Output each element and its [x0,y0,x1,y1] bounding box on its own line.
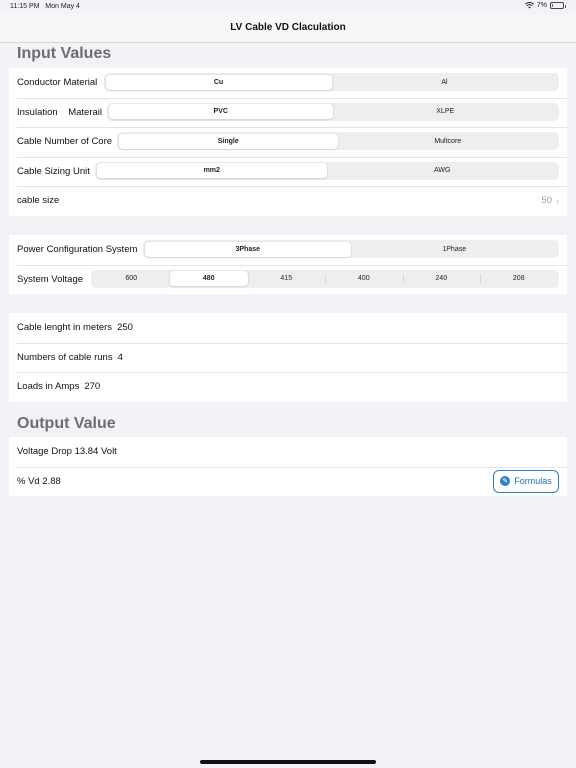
voltage-option-480[interactable]: 480 [170,271,248,286]
percent-vd-row: % Vd 2.88 ✎ Formulas [9,466,567,497]
input-values-header: Input Values [17,45,112,62]
insulation-option-pvc[interactable]: PVC [108,104,333,119]
power-config-option-1phase[interactable]: 1Phase [351,242,558,257]
wifi-icon [524,2,534,9]
power-config-group: Power Configuration System 3Phase 1Phase… [9,235,567,294]
cable-size-label: cable size [17,195,60,207]
status-time: 11:15 PM Mon May 4 [10,3,80,10]
input-values-group: Conductor Material Cu Al Insulation Mate… [9,68,567,216]
battery-icon [550,2,566,9]
cable-size-value: 50 [541,195,552,207]
power-config-segmented-control: 3Phase 1Phase [143,240,559,258]
cable-length-value[interactable]: 250 [117,322,133,333]
system-voltage-row: System Voltage 600 480 415 400 240 208 [9,264,567,295]
conductor-material-option-cu[interactable]: Cu [105,74,332,90]
sizing-unit-option-mm2[interactable]: mm2 [96,163,327,178]
sizing-unit-segmented-control: mm2 AWG [95,161,559,180]
status-indicators: 7% [524,2,566,9]
chevron-right-icon: › [556,195,559,206]
home-indicator[interactable] [200,760,376,764]
cable-size-row[interactable]: cable size 50 › [9,186,567,216]
cable-cores-label: Cable Number of Core [17,136,113,148]
cable-parameters-group: Cable lenght in meters 250 Numbers of ca… [9,313,567,402]
conductor-material-segmented-control: Cu Al [104,73,559,91]
cable-size-value-container: 50 › [541,186,559,216]
loads-row[interactable]: Loads in Amps 270 [9,372,567,402]
output-group: Voltage Drop 13.84 Volt % Vd 2.88 ✎ Form… [9,437,567,496]
loads-value[interactable]: 270 [84,381,100,392]
conductor-material-row: Conductor Material Cu Al [9,68,567,98]
conductor-material-option-al[interactable]: Al [332,75,558,90]
formulas-button[interactable]: ✎ Formulas [493,469,559,493]
voltage-option-240[interactable]: 240 [402,271,481,286]
power-config-option-3phase[interactable]: 3Phase [144,241,351,257]
voltage-option-400[interactable]: 400 [325,271,403,286]
cable-cores-segmented-control: Single Multcore [117,132,559,150]
power-config-label: Power Configuration System [17,244,138,256]
battery-percent: 7% [536,2,547,9]
output-value-header: Output Value [17,415,116,432]
loads-label: Loads in Amps [17,381,80,393]
cable-length-label: Cable lenght in meters [17,322,113,334]
percent-vd-text: % Vd 2.88 [17,475,61,487]
formulas-button-label: Formulas [514,476,552,486]
power-config-row: Power Configuration System 3Phase 1Phase [9,235,567,265]
voltage-option-415[interactable]: 415 [248,271,326,286]
insulation-label: Insulation Materail [17,106,103,118]
system-voltage-segmented-control: 600 480 415 400 240 208 [91,269,559,288]
cable-runs-row[interactable]: Numbers of cable runs 4 [9,342,567,373]
cable-cores-option-multcore[interactable]: Multcore [338,134,558,149]
status-bar: 11:15 PM Mon May 4 7% [0,0,576,14]
insulation-option-xlpe[interactable]: XLPE [333,104,558,119]
sizing-unit-row: Cable Sizing Unit mm2 AWG [9,156,567,187]
cable-runs-value[interactable]: 4 [118,352,123,363]
voltage-option-208[interactable]: 208 [480,271,558,286]
insulation-row: Insulation Materail PVC XLPE [9,97,567,128]
cable-cores-option-single[interactable]: Single [118,133,338,149]
cable-runs-label: Numbers of cable runs [17,351,113,363]
pencil-circle-icon: ✎ [500,476,511,486]
insulation-segmented-control: PVC XLPE [107,102,559,121]
system-voltage-label: System Voltage [17,273,84,285]
voltage-drop-text: Voltage Drop 13.84 Volt [17,446,117,458]
voltage-option-600[interactable]: 600 [93,271,171,286]
page-title: LV Cable VD Claculation [230,21,346,33]
cable-length-row[interactable]: Cable lenght in meters 250 [9,313,567,343]
voltage-drop-row: Voltage Drop 13.84 Volt [9,437,567,467]
conductor-material-label: Conductor Material [17,77,98,89]
navigation-bar: LV Cable VD Claculation [0,14,576,43]
sizing-unit-option-awg[interactable]: AWG [327,163,558,178]
sizing-unit-label: Cable Sizing Unit [17,165,90,177]
cable-cores-row: Cable Number of Core Single Multcore [9,127,567,157]
